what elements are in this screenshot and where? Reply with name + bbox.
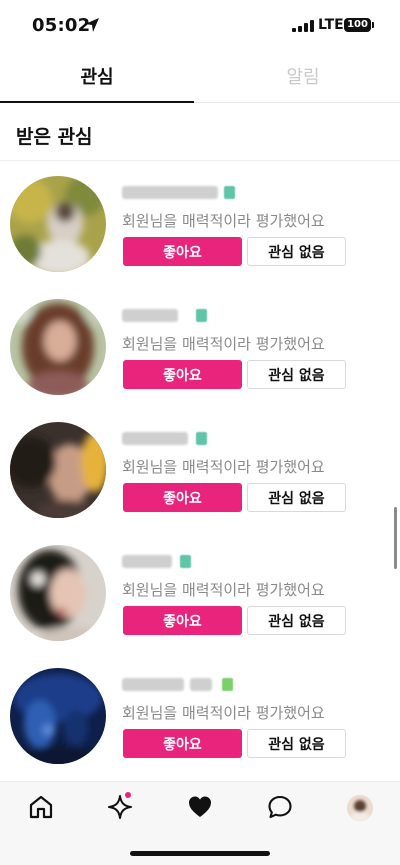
not-interested-button[interactable]: 관심 없음 xyxy=(247,360,346,389)
section-divider xyxy=(0,160,400,161)
chat-bubble-icon xyxy=(268,795,292,819)
heart-icon xyxy=(189,796,211,817)
like-button[interactable]: 좋아요 xyxy=(123,606,242,635)
network-type: LTE xyxy=(318,17,344,33)
nav-chat[interactable] xyxy=(267,794,293,820)
avatar[interactable] xyxy=(10,422,106,518)
like-message: 회원님을 매력적이라 평가했어요 xyxy=(122,212,325,230)
nav-home[interactable] xyxy=(28,794,54,820)
verified-badge xyxy=(180,555,191,568)
like-button[interactable]: 좋아요 xyxy=(123,729,242,758)
tab-interest[interactable]: 관심 xyxy=(0,58,194,103)
avatar[interactable] xyxy=(10,176,106,272)
battery-icon: 100 xyxy=(344,18,371,32)
profile-photo xyxy=(347,795,373,821)
profile-avatar[interactable] xyxy=(347,795,373,821)
blurred-username xyxy=(122,186,218,199)
avatar[interactable] xyxy=(10,545,106,641)
avatar[interactable] xyxy=(10,668,106,764)
home-icon xyxy=(29,795,53,819)
like-item[interactable]: 회원님을 매력적이라 평가했어요 좋아요 관심 없음 xyxy=(0,168,400,288)
scrollbar[interactable] xyxy=(394,507,397,569)
signal-icon xyxy=(292,20,314,32)
notification-dot xyxy=(125,792,131,798)
blurred-username xyxy=(122,678,184,691)
verified-badge xyxy=(224,186,235,199)
blurred-username xyxy=(122,555,172,568)
like-button[interactable]: 좋아요 xyxy=(123,483,242,512)
like-item[interactable]: 회원님을 매력적이라 평가했어요 좋아요 관심 없음 xyxy=(0,414,400,534)
sparkle-icon xyxy=(108,795,132,819)
verified-badge xyxy=(222,678,233,691)
not-interested-button[interactable]: 관심 없음 xyxy=(247,606,346,635)
tab-notifications[interactable]: 알림 xyxy=(206,58,400,103)
status-time: 05:02 xyxy=(32,15,91,36)
nav-likes[interactable] xyxy=(187,794,213,820)
avatar[interactable] xyxy=(10,299,106,395)
status-bar: 05:02 LTE 100 xyxy=(0,0,400,52)
like-button[interactable]: 좋아요 xyxy=(123,237,242,266)
like-message: 회원님을 매력적이라 평가했어요 xyxy=(122,458,325,476)
like-message: 회원님을 매력적이라 평가했어요 xyxy=(122,581,325,599)
home-indicator[interactable] xyxy=(130,851,270,856)
like-message: 회원님을 매력적이라 평가했어요 xyxy=(122,335,325,353)
verified-badge xyxy=(196,432,207,445)
tab-bar: 관심 알림 xyxy=(0,58,400,103)
nav-discover[interactable] xyxy=(107,792,133,820)
like-item[interactable]: 회원님을 매력적이라 평가했어요 좋아요 관심 없음 xyxy=(0,537,400,657)
section-title: 받은 관심 xyxy=(16,126,93,148)
blurred-username xyxy=(122,309,178,322)
not-interested-button[interactable]: 관심 없음 xyxy=(247,483,346,512)
like-button[interactable]: 좋아요 xyxy=(123,360,242,389)
like-message: 회원님을 매력적이라 평가했어요 xyxy=(122,704,325,722)
blurred-username xyxy=(122,432,188,445)
blurred-username-suffix xyxy=(190,678,212,691)
location-arrow-icon xyxy=(85,18,99,32)
verified-badge xyxy=(196,309,207,322)
like-item[interactable]: 회원님을 매력적이라 평가했어요 좋아요 관심 없음 xyxy=(0,291,400,411)
not-interested-button[interactable]: 관심 없음 xyxy=(247,729,346,758)
battery-tip xyxy=(372,22,374,28)
like-item[interactable]: 회원님을 매력적이라 평가했어요 좋아요 관심 없음 xyxy=(0,660,400,780)
not-interested-button[interactable]: 관심 없음 xyxy=(247,237,346,266)
